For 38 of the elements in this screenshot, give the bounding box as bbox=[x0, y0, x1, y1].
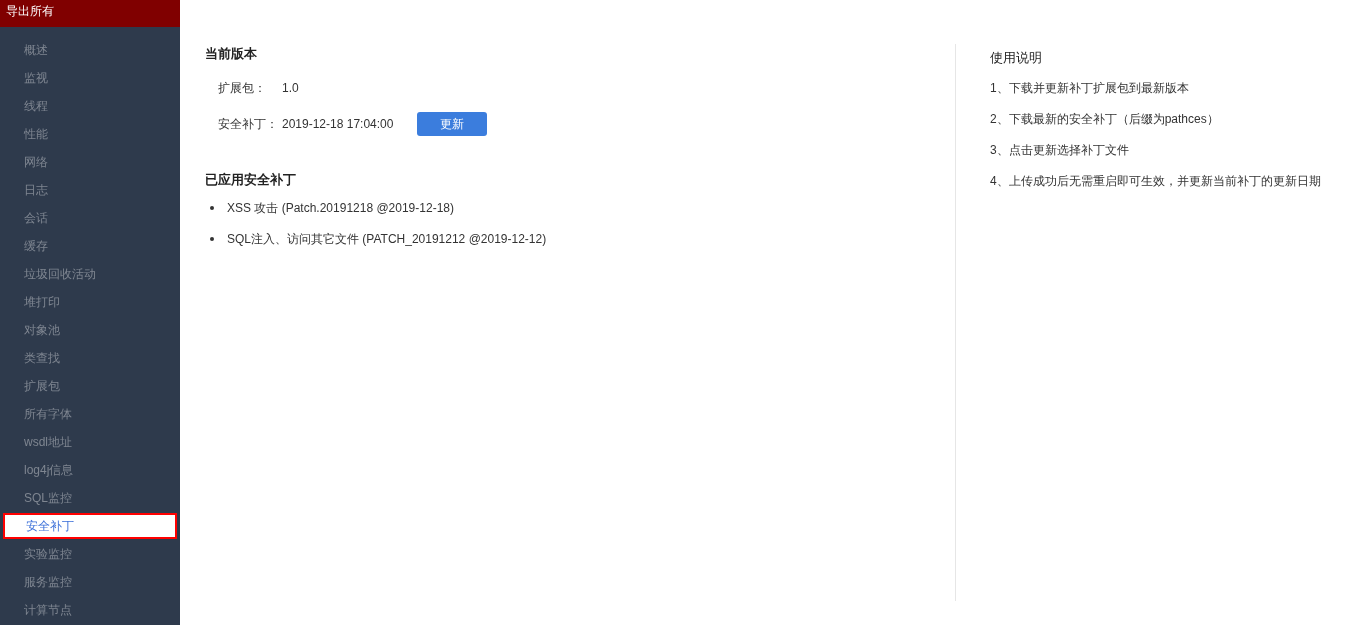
instruction-step: 2、下载最新的安全补丁（后缀为pathces） bbox=[990, 109, 1321, 128]
sidebar-item[interactable]: 计算节点 bbox=[0, 596, 180, 624]
field-label: 安全补丁： bbox=[218, 115, 279, 133]
patch-item: XSS 攻击 (Patch.20191218 @2019-12-18) bbox=[227, 200, 454, 217]
patch-item: SQL注入、访问其它文件 (PATCH_20191212 @2019-12-12) bbox=[227, 231, 547, 248]
bullet-icon bbox=[210, 206, 214, 210]
field-value: 2019-12-18 17:04:00 bbox=[282, 115, 394, 133]
field-label: 扩展包： bbox=[218, 79, 267, 97]
instruction-step: 3、点击更新选择补丁文件 bbox=[990, 140, 1321, 159]
sidebar-item[interactable]: 类查找 bbox=[0, 344, 180, 372]
sidebar-item[interactable]: 堆打印 bbox=[0, 288, 180, 316]
sidebar-item[interactable]: 监视 bbox=[0, 64, 180, 92]
export-all-header[interactable]: 导出所有 bbox=[0, 0, 180, 27]
instruction-step: 4、上传成功后无需重启即可生效，并更新当前补丁的更新日期 bbox=[990, 171, 1321, 190]
sidebar-item[interactable]: 网络 bbox=[0, 148, 180, 176]
instruction-step: 1、下载并更新补丁扩展包到最新版本 bbox=[990, 78, 1321, 97]
instructions-title: 使用说明 bbox=[990, 49, 1043, 67]
field-value: 1.0 bbox=[282, 79, 299, 97]
sidebar-item[interactable]: wsdl地址 bbox=[0, 428, 180, 456]
sidebar-item[interactable]: 安全补丁 bbox=[3, 513, 177, 539]
sidebar-item[interactable]: 对象池 bbox=[0, 316, 180, 344]
update-button[interactable]: 更新 bbox=[417, 111, 488, 136]
sidebar-item[interactable]: 概述 bbox=[0, 36, 180, 64]
sidebar-item[interactable]: 垃圾回收活动 bbox=[0, 260, 180, 288]
sidebar-item[interactable]: 扩展包 bbox=[0, 372, 180, 400]
section-title: 已应用安全补丁 bbox=[205, 170, 297, 189]
sidebar-item[interactable]: log4j信息 bbox=[0, 456, 180, 484]
sidebar-item[interactable]: 线程 bbox=[0, 92, 180, 120]
section-title: 当前版本 bbox=[205, 45, 258, 63]
sidebar-item[interactable]: 性能 bbox=[0, 120, 180, 148]
sidebar-item[interactable]: SQL监控 bbox=[0, 484, 180, 512]
sidebar-item[interactable]: 会话 bbox=[0, 204, 180, 232]
bullet-icon bbox=[210, 237, 214, 241]
sidebar-item[interactable]: 实验监控 bbox=[0, 540, 180, 568]
sidebar-item[interactable]: 缓存 bbox=[0, 232, 180, 260]
sidebar-item[interactable]: 服务监控 bbox=[0, 568, 180, 596]
sidebar-item[interactable]: 日志 bbox=[0, 176, 180, 204]
sidebar-item[interactable]: 所有字体 bbox=[0, 400, 180, 428]
